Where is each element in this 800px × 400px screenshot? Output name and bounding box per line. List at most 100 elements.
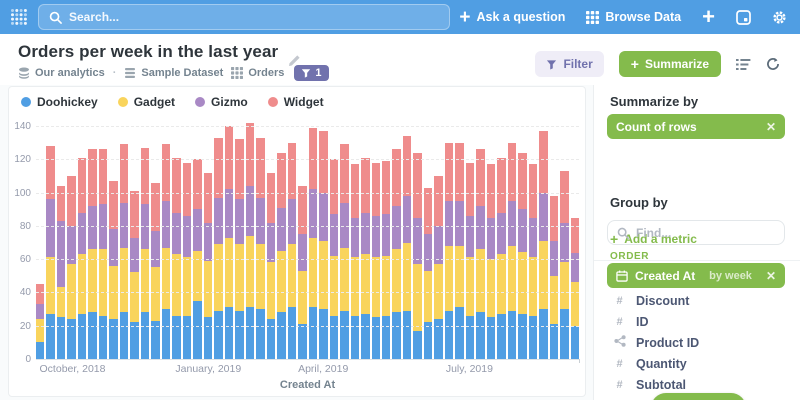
bar-segment-doohickey[interactable] [120, 312, 128, 359]
bar-segment-doohickey[interactable] [392, 312, 400, 359]
bar-segment-doohickey[interactable] [424, 322, 432, 359]
bar-segment-gadget[interactable] [330, 256, 338, 316]
bar-segment-gizmo[interactable] [487, 218, 495, 260]
bar-segment-gadget[interactable] [120, 248, 128, 313]
bar-segment-gadget[interactable] [214, 244, 222, 311]
bar-segment-doohickey[interactable] [455, 307, 463, 359]
bar-segment-widget[interactable] [340, 144, 348, 202]
bar-segment-widget[interactable] [130, 191, 138, 238]
bar-segment-gadget[interactable] [497, 254, 505, 314]
bar-segment-gizmo[interactable] [476, 206, 484, 249]
bar-segment-gizmo[interactable] [214, 198, 222, 245]
bar-segment-widget[interactable] [382, 161, 390, 214]
bar-segment-doohickey[interactable] [413, 331, 421, 359]
bar-segment-gadget[interactable] [571, 282, 579, 325]
bar-segment-gadget[interactable] [256, 244, 264, 309]
bar-segment-widget[interactable] [372, 163, 380, 216]
bar-segment-gadget[interactable] [413, 264, 421, 331]
field-item-product-id[interactable]: Product ID [594, 332, 800, 353]
bar-segment-doohickey[interactable] [204, 317, 212, 359]
bar-segment-gizmo[interactable] [204, 223, 212, 261]
bar-segment-doohickey[interactable] [466, 316, 474, 359]
bar-segment-doohickey[interactable] [529, 316, 537, 359]
bar-segment-doohickey[interactable] [36, 342, 44, 359]
bar-segment-gizmo[interactable] [403, 196, 411, 243]
bar-segment-doohickey[interactable] [214, 311, 222, 359]
bar-segment-gadget[interactable] [298, 271, 306, 324]
bar-segment-doohickey[interactable] [539, 309, 547, 359]
bar-segment-doohickey[interactable] [382, 316, 390, 359]
bar-segment-widget[interactable] [466, 163, 474, 216]
remove-dimension-icon[interactable]: ✕ [766, 269, 776, 283]
bar-segment-gadget[interactable] [78, 254, 86, 314]
bar-segment-doohickey[interactable] [497, 314, 505, 359]
bar-segment-doohickey[interactable] [162, 309, 170, 359]
summarize-button[interactable]: + Summarize [619, 51, 721, 77]
bar-segment-doohickey[interactable] [361, 314, 369, 359]
bar-segment-widget[interactable] [277, 153, 285, 208]
bar-segment-gizmo[interactable] [392, 206, 400, 249]
bar-segment-gizmo[interactable] [88, 206, 96, 249]
bar-segment-widget[interactable] [550, 196, 558, 241]
bar-segment-gadget[interactable] [225, 238, 233, 308]
bar-segment-doohickey[interactable] [130, 322, 138, 359]
bar-segment-gizmo[interactable] [277, 208, 285, 251]
bar-segment-doohickey[interactable] [246, 307, 254, 359]
bar-segment-widget[interactable] [46, 146, 54, 199]
bar-segment-gizmo[interactable] [256, 198, 264, 245]
bar-segment-gizmo[interactable] [193, 209, 201, 251]
bar-segment-gizmo[interactable] [372, 216, 380, 258]
bar-segment-widget[interactable] [476, 149, 484, 206]
bar-segment-gizmo[interactable] [109, 229, 117, 266]
bar-segment-gizmo[interactable] [162, 201, 170, 248]
bar-segment-gadget[interactable] [246, 236, 254, 308]
bar-segment-gadget[interactable] [372, 257, 380, 317]
bar-segment-gizmo[interactable] [151, 231, 159, 268]
reference-icon[interactable] [736, 10, 751, 25]
bar-segment-gadget[interactable] [361, 254, 369, 314]
bar-segment-gizmo[interactable] [57, 221, 65, 288]
bar-segment-widget[interactable] [172, 158, 180, 213]
done-button[interactable] [651, 393, 746, 400]
bar-segment-gizmo[interactable] [78, 213, 86, 255]
bar-segment-widget[interactable] [183, 163, 191, 216]
bar-segment-doohickey[interactable] [141, 312, 149, 359]
bar-segment-gadget[interactable] [529, 257, 537, 315]
ask-question-button[interactable]: + Ask a question [459, 8, 565, 27]
bar-segment-doohickey[interactable] [351, 316, 359, 359]
bar-segment-doohickey[interactable] [571, 326, 579, 359]
bar-segment-doohickey[interactable] [193, 301, 201, 359]
bar-segment-widget[interactable] [392, 149, 400, 206]
bar-segment-gadget[interactable] [288, 244, 296, 307]
bar-segment-gizmo[interactable] [424, 234, 432, 271]
bar-segment-gizmo[interactable] [382, 214, 390, 256]
metric-pill[interactable]: Count of rows ✕ [607, 114, 785, 139]
bar-segment-gizmo[interactable] [508, 201, 516, 246]
bar-segment-doohickey[interactable] [78, 314, 86, 359]
bar-segment-gizmo[interactable] [445, 201, 453, 246]
bar-segment-doohickey[interactable] [57, 317, 65, 359]
bar-segment-gizmo[interactable] [172, 213, 180, 255]
bar-segment-doohickey[interactable] [518, 314, 526, 359]
bar-segment-gadget[interactable] [508, 246, 516, 311]
bar-segment-widget[interactable] [225, 126, 233, 189]
bar-segment-widget[interactable] [246, 123, 254, 186]
bar-segment-widget[interactable] [497, 158, 505, 213]
bar-segment-widget[interactable] [529, 164, 537, 217]
bar-segment-gadget[interactable] [487, 259, 495, 317]
bar-segment-doohickey[interactable] [277, 312, 285, 359]
bar-segment-gizmo[interactable] [497, 213, 505, 255]
bar-segment-doohickey[interactable] [99, 316, 107, 359]
breadcrumb-table[interactable]: Orders [231, 67, 284, 79]
bar-segment-gadget[interactable] [130, 272, 138, 322]
bar-segment-gadget[interactable] [162, 248, 170, 310]
bar-segment-widget[interactable] [434, 176, 442, 226]
bar-segment-widget[interactable] [78, 158, 86, 213]
bar-segment-widget[interactable] [560, 171, 568, 223]
browse-data-button[interactable]: Browse Data [586, 10, 681, 24]
dimension-pill-created-at[interactable]: Created At by week ✕ [607, 263, 785, 288]
bar-segment-widget[interactable] [120, 144, 128, 202]
bar-segment-doohickey[interactable] [550, 324, 558, 359]
bar-segment-gizmo[interactable] [361, 213, 369, 255]
bar-segment-gizmo[interactable] [288, 199, 296, 244]
